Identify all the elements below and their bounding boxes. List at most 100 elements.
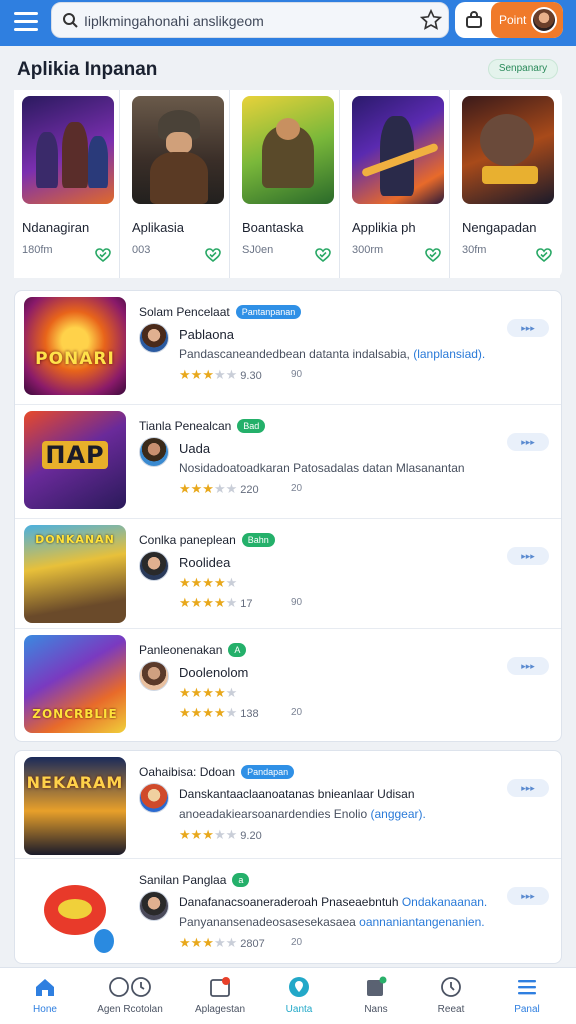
location-icon: [289, 977, 309, 997]
bottom-nav: Hone Agen Rcotolan Aplagestan Uanta Nans…: [0, 967, 576, 1024]
app-meta: 300rm: [352, 244, 384, 256]
point-button[interactable]: Point: [491, 2, 563, 38]
description-link[interactable]: oannaniantangenanien.: [359, 915, 484, 929]
featured-apps-row: Ndanagiran 180fm Aplikasia 003 Boantaska…: [14, 90, 562, 278]
more-button[interactable]: ▸▸▸: [507, 433, 549, 451]
item-title-text: Solam Pencelaat: [139, 305, 230, 319]
more-button[interactable]: ▸▸▸: [507, 779, 549, 797]
item-count: 20: [291, 707, 303, 718]
store-icon[interactable]: [465, 11, 483, 29]
app-thumbnail: [462, 96, 554, 204]
rating: ★★★★★ 220: [179, 481, 259, 496]
list-item[interactable]: ZONCRBLIE Panleonenakan A Doolenolom ★★★★…: [15, 629, 561, 743]
item-title-text: Oahaibisa: Ddoan: [139, 765, 236, 779]
avatar: [139, 783, 169, 813]
item-badge: Pantanpanan: [235, 305, 302, 319]
app-name: Boantaska: [242, 220, 304, 235]
rating: ★★★★★: [179, 575, 238, 590]
nav-item-agent[interactable]: Agen Rcotolan: [94, 976, 166, 1021]
app-thumbnail: ZONCRBLIE: [24, 635, 126, 733]
more-button[interactable]: ▸▸▸: [507, 657, 549, 675]
description-link[interactable]: (lanplansiad).: [413, 347, 485, 361]
app-thumbnail: [22, 96, 114, 204]
featured-app-card[interactable]: Nengapadan 30fm: [454, 90, 560, 278]
app-thumbnail: PONARI: [24, 297, 126, 395]
avatar: [139, 891, 169, 921]
inbox-icon: [210, 977, 230, 997]
search-input[interactable]: Iiplkmingahonahi anslikgeom: [51, 2, 449, 38]
menu-icon: [518, 980, 536, 995]
item-description: Panyanansenadeosasesekasaea oannaniantan…: [179, 915, 485, 929]
item-count: 90: [291, 597, 303, 608]
app-thumbnail: DONKANAN: [24, 525, 126, 623]
item-badge: Bahn: [241, 533, 275, 547]
verified-icon: [205, 248, 221, 262]
more-button[interactable]: ▸▸▸: [507, 547, 549, 565]
item-badge: A: [228, 643, 247, 657]
user-area: Point: [455, 2, 563, 38]
app-thumbnail: ПАР: [24, 411, 126, 509]
item-description: Nosidadoatoadkaran Patosadalas datan Mla…: [179, 461, 465, 475]
list-item[interactable]: ПАР Tianla Penealcan Bad Uada Nosidadoato…: [15, 405, 561, 519]
nav-item-home[interactable]: Hone: [9, 976, 81, 1021]
search-icon: [63, 13, 78, 28]
rating: ★★★★★: [179, 685, 238, 700]
description-text: Nosidadoatoadkaran Patosadalas datan Mla…: [179, 461, 465, 475]
list-item[interactable]: DONKANAN Conlka paneplean Bahn Roolidea ★…: [15, 519, 561, 629]
app-name: Aplikasia: [132, 220, 185, 235]
nav-item-nans[interactable]: Nans: [340, 976, 412, 1021]
thumbnail-title: DONKANAN: [35, 533, 115, 546]
app-name: Applikia ph: [352, 220, 416, 235]
thumbnail-title: NEKARAM: [26, 773, 124, 792]
nav-label: Reeat: [437, 1004, 465, 1015]
featured-app-card[interactable]: Applikia ph 300rm: [344, 90, 450, 278]
list-item[interactable]: Sanilan Panglaa a Danafanacsoaneraderoah …: [15, 859, 561, 965]
item-title: Tianla Penealcan Bad: [139, 419, 266, 433]
item-subtitle: Pablaona: [179, 327, 234, 342]
item-badge: Pandapan: [241, 765, 295, 779]
nav-label: Agen Rcotolan: [97, 1004, 163, 1015]
featured-app-card[interactable]: Boantaska SJ0en: [234, 90, 340, 278]
nav-item-apps[interactable]: Aplagestan: [184, 976, 256, 1021]
nav-item-panel[interactable]: Panal: [491, 976, 563, 1021]
nav-item-recent[interactable]: Reeat: [415, 976, 487, 1021]
app-name: Nengapadan: [462, 220, 537, 235]
featured-app-card[interactable]: Ndanagiran 180fm: [14, 90, 120, 278]
item-subtitle: Danskantaaclaanoatanas bnieanlaar Udisan: [179, 787, 415, 801]
star-icon[interactable]: [420, 9, 442, 31]
nav-label: Panal: [514, 1004, 540, 1015]
item-title: Conlka paneplean Bahn: [139, 533, 275, 547]
nav-item-uanta[interactable]: Uanta: [263, 976, 335, 1021]
app-thumbnail: NEKARAM: [24, 757, 126, 855]
list-item[interactable]: PONARI Solam Pencelaat Pantanpanan Pablao…: [15, 291, 561, 405]
app-meta: SJ0en: [242, 244, 274, 256]
rating-value: 17: [240, 598, 253, 610]
description-text: Panyanansenadeosasesekasaea: [179, 915, 360, 929]
nav-label: Nans: [364, 1004, 388, 1015]
rating-value: 138: [240, 708, 259, 720]
item-title-text: Sanilan Panglaa: [139, 873, 227, 887]
app-list-panel: PONARI Solam Pencelaat Pantanpanan Pablao…: [14, 290, 562, 742]
nav-label: Uanta: [285, 1004, 313, 1015]
description-link[interactable]: (anggear).: [370, 807, 425, 821]
menu-icon[interactable]: [14, 12, 38, 32]
app-thumbnail: [242, 96, 334, 204]
item-badge: Bad: [237, 419, 266, 433]
app-thumbnail: [352, 96, 444, 204]
section-chip[interactable]: Senpanary: [488, 59, 558, 79]
item-count: 20: [291, 937, 303, 948]
avatar: [139, 661, 169, 691]
featured-app-card[interactable]: Aplikasia 003: [124, 90, 230, 278]
more-button[interactable]: ▸▸▸: [507, 319, 549, 337]
rating: ★★★★★ 2807: [179, 935, 265, 950]
more-button[interactable]: ▸▸▸: [507, 887, 549, 905]
subtitle-link[interactable]: Ondakanaanan.: [402, 895, 487, 909]
item-subtitle: Doolenolom: [179, 665, 249, 680]
verified-icon: [95, 248, 111, 262]
list-item[interactable]: NEKARAM Oahaibisa: Ddoan Pandapan Danskan…: [15, 751, 561, 859]
item-title: Panleonenakan A: [139, 643, 247, 657]
item-title-text: Panleonenakan: [139, 643, 223, 657]
nav-label: Hone: [33, 1004, 57, 1015]
nav-label: Aplagestan: [194, 1004, 246, 1015]
user-avatar[interactable]: [531, 7, 557, 33]
